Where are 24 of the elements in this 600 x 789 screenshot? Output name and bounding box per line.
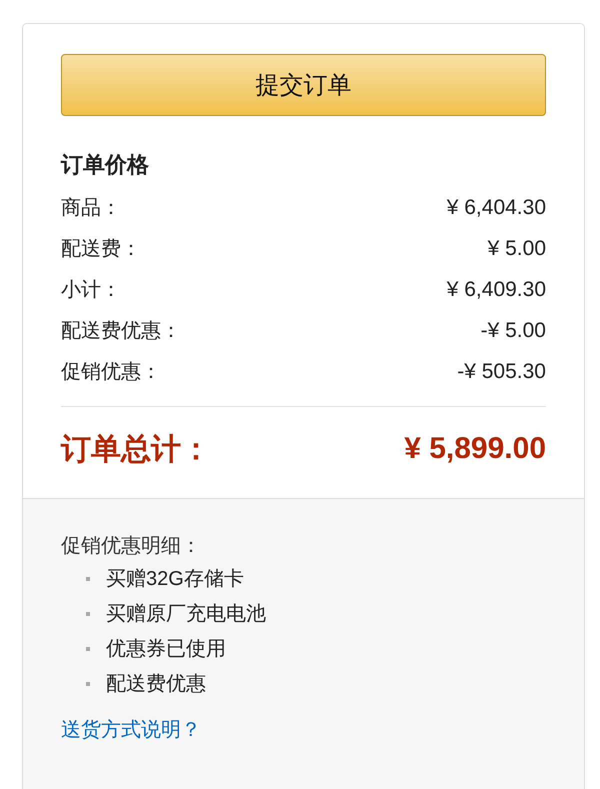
submit-order-button[interactable]: 提交订单 [61, 54, 546, 116]
price-value: -¥ 505.30 [457, 360, 546, 384]
price-value: ¥ 6,404.30 [446, 196, 546, 220]
bullet-icon [86, 646, 90, 650]
promotion-title: 促销优惠明细： [61, 534, 202, 559]
promotion-item: 配送费优惠 [106, 672, 206, 697]
price-label: 配送费： [61, 237, 141, 262]
bullet-icon [86, 612, 90, 616]
total-value: ¥ 5,899.00 [404, 432, 546, 466]
bullet-icon [86, 576, 90, 580]
price-value: -¥ 5.00 [480, 318, 546, 342]
shipping-info-link[interactable]: 送货方式说明？ [61, 719, 201, 741]
promotion-item: 买赠32G存储卡 [106, 567, 244, 592]
price-label: 小计： [61, 278, 121, 303]
bullet-icon [86, 682, 90, 686]
total-label: 订单总计： [61, 432, 211, 468]
price-label: 促销优惠： [61, 360, 161, 385]
price-label: 商品： [61, 196, 121, 221]
promotion-item: 买赠原厂充电电池 [106, 602, 266, 627]
price-value: ¥ 5.00 [488, 236, 546, 260]
price-label: 配送费优惠： [61, 319, 181, 344]
promotion-item: 优惠券已使用 [106, 637, 226, 662]
price-value: ¥ 6,409.30 [446, 278, 546, 302]
section-title: 订单价格 [61, 151, 150, 179]
